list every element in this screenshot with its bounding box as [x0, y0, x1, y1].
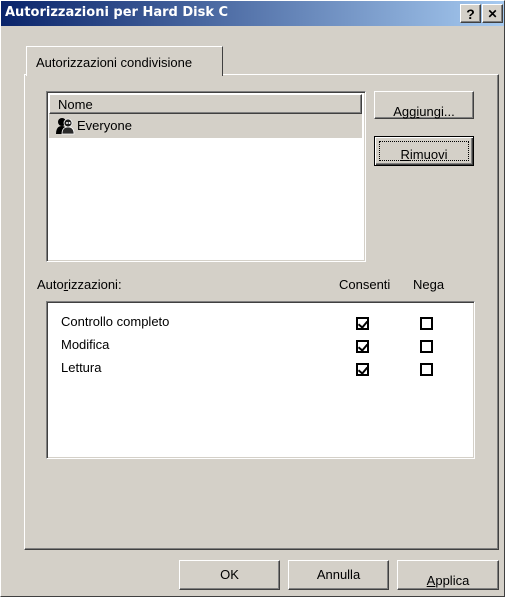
list-item[interactable]: Everyone [49, 114, 362, 138]
permission-name: Controllo completo [61, 314, 170, 329]
ok-button[interactable]: OK [179, 560, 280, 590]
allow-checkbox[interactable] [356, 340, 369, 353]
allow-checkbox[interactable] [356, 317, 369, 330]
window-title: Autorizzazioni per Hard Disk C [5, 5, 229, 20]
remove-button[interactable]: Rimuovi [374, 136, 474, 166]
permissions-list: Controllo completo Modifica Lettura [46, 301, 475, 459]
add-label-a: Agg [393, 104, 417, 119]
close-icon: ✕ [487, 6, 498, 21]
add-label-b: ungi... [419, 104, 455, 119]
allow-checkbox[interactable] [356, 363, 369, 376]
permission-row: Lettura [61, 360, 491, 380]
column-header-name[interactable]: Nome [49, 94, 362, 114]
help-button[interactable]: ? [460, 4, 481, 23]
permission-name: Modifica [61, 337, 110, 352]
cancel-label: Annulla [316, 567, 361, 582]
cancel-button[interactable]: Annulla [288, 560, 389, 590]
apply-label-hotkey: A [426, 573, 436, 588]
tab-label: Autorizzazioni condivisione [36, 55, 193, 70]
column-deny-label: Nega [413, 277, 445, 292]
permissions-label-b: izzazioni: [68, 277, 122, 292]
list-item-label: Everyone [77, 118, 132, 133]
apply-label-b: pplica [435, 573, 470, 588]
deny-checkbox[interactable] [420, 363, 433, 376]
deny-checkbox[interactable] [420, 317, 433, 330]
permissions-label-a: Auto [37, 277, 64, 292]
column-header-label: Nome [58, 97, 93, 112]
title-bar[interactable]: Autorizzazioni per Hard Disk C ? ✕ [1, 1, 504, 26]
permission-row: Modifica [61, 337, 491, 357]
add-button[interactable]: Aggiungi... [374, 91, 474, 119]
permissions-label: Autorizzazioni: [37, 277, 122, 292]
focus-rectangle [379, 141, 469, 161]
close-button[interactable]: ✕ [482, 4, 503, 23]
tab-share-permissions[interactable]: Autorizzazioni condivisione [26, 46, 223, 76]
column-allow-label: Consenti [339, 277, 391, 292]
deny-checkbox[interactable] [420, 340, 433, 353]
dialog-window: Autorizzazioni per Hard Disk C ? ✕ Autor… [0, 0, 505, 597]
users-list[interactable]: Nome Everyone [46, 91, 366, 262]
permission-row: Controllo completo [61, 314, 491, 334]
permission-name: Lettura [61, 360, 102, 375]
users-group-icon [56, 118, 75, 135]
ok-label: OK [220, 567, 239, 582]
apply-button[interactable]: Applica [397, 560, 499, 590]
help-icon: ? [466, 5, 475, 22]
